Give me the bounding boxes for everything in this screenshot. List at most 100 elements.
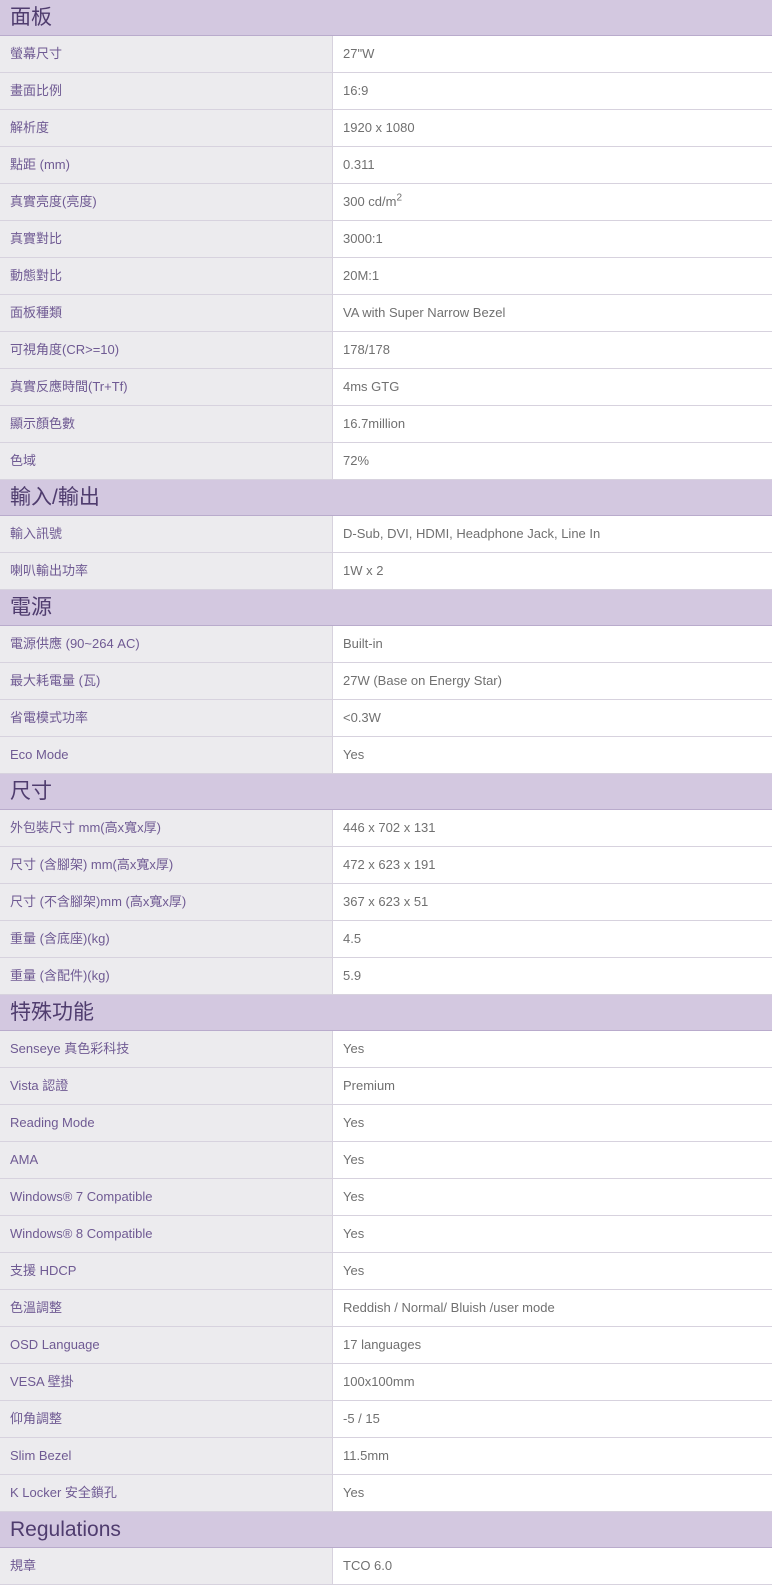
spec-value-text: Premium [343,1078,396,1093]
spec-value-text: 1W x 2 [343,563,384,578]
spec-label: 尺寸 (含腳架) mm(高x寬x厚) [0,847,333,883]
spec-label: Reading Mode [0,1105,333,1141]
spec-value-text: Yes [343,1189,365,1204]
spec-label: 畫面比例 [0,73,333,109]
spec-value-text: 1920 x 1080 [343,120,415,135]
spec-value-text: 27"W [343,46,375,61]
spec-value: <0.3W [333,700,772,736]
spec-value-superscript: 2 [396,192,403,204]
spec-value-text: Yes [343,1115,365,1130]
spec-row: 喇叭輸出功率 1W x 2 [0,553,772,590]
spec-label: 支援 HDCP [0,1253,333,1289]
spec-value-text: 72% [343,453,370,468]
spec-value-text: Yes [343,747,365,762]
spec-row: 動態對比 20M:1 [0,258,772,295]
spec-label: 重量 (含底座)(kg) [0,921,333,957]
spec-value: VA with Super Narrow Bezel [333,295,772,331]
spec-label: 真實對比 [0,221,333,257]
spec-value-text: 11.5mm [343,1448,389,1463]
section-header: 尺寸 [0,774,772,810]
section-header: 特殊功能 [0,995,772,1031]
spec-value: 1920 x 1080 [333,110,772,146]
spec-row: 最大耗電量 (瓦) 27W (Base on Energy Star) [0,663,772,700]
spec-row: 解析度 1920 x 1080 [0,110,772,147]
spec-label: 動態對比 [0,258,333,294]
spec-value: Yes [333,737,772,773]
spec-label: 色域 [0,443,333,479]
spec-value: -5 / 15 [333,1401,772,1437]
spec-label: Slim Bezel [0,1438,333,1474]
spec-label: AMA [0,1142,333,1178]
spec-row: 真實反應時間(Tr+Tf) 4ms GTG [0,369,772,406]
spec-value: 446 x 702 x 131 [333,810,772,846]
spec-row: Windows® 7 Compatible Yes [0,1179,772,1216]
spec-row: Vista 認證 Premium [0,1068,772,1105]
spec-row: 可視角度(CR>=10) 178/178 [0,332,772,369]
spec-value: Reddish / Normal/ Bluish /user mode [333,1290,772,1326]
spec-label: 解析度 [0,110,333,146]
spec-value: 472 x 623 x 191 [333,847,772,883]
spec-label: 規章 [0,1548,333,1584]
spec-label: OSD Language [0,1327,333,1363]
spec-label: 喇叭輸出功率 [0,553,333,589]
spec-value: Yes [333,1475,772,1511]
section-header: 面板 [0,0,772,36]
spec-value-text: 472 x 623 x 191 [343,857,436,872]
spec-label: 可視角度(CR>=10) [0,332,333,368]
spec-row: Senseye 真色彩科技 Yes [0,1031,772,1068]
spec-label: 尺寸 (不含腳架)mm (高x寬x厚) [0,884,333,920]
spec-value-text: -5 / 15 [343,1411,380,1426]
spec-value: 27"W [333,36,772,72]
spec-value-text: 0.311 [343,157,375,172]
spec-value-text: 3000:1 [343,231,383,246]
spec-label: 顯示顏色數 [0,406,333,442]
spec-value-text: Built-in [343,636,383,651]
spec-label: 輸入訊號 [0,516,333,552]
spec-label: 螢幕尺寸 [0,36,333,72]
spec-row: 色域 72% [0,443,772,480]
spec-label: 面板種類 [0,295,333,331]
spec-value-text: 178/178 [343,342,390,357]
spec-row: K Locker 安全鎖孔 Yes [0,1475,772,1512]
spec-value-text: 4ms GTG [343,379,400,394]
spec-label: Eco Mode [0,737,333,773]
spec-label: Windows® 7 Compatible [0,1179,333,1215]
section-header: 輸入/輸出 [0,480,772,516]
spec-label: 點距 (mm) [0,147,333,183]
spec-value: Yes [333,1216,772,1252]
spec-value: 0.311 [333,147,772,183]
spec-value: Built-in [333,626,772,662]
spec-row: OSD Language 17 languages [0,1327,772,1364]
spec-value: 178/178 [333,332,772,368]
spec-value-text: 16:9 [343,83,369,98]
spec-value: 100x100mm [333,1364,772,1400]
spec-value-text: 27W (Base on Energy Star) [343,673,502,688]
spec-value-text: <0.3W [343,710,381,725]
spec-value-text: 16.7million [343,416,406,431]
spec-value: Yes [333,1142,772,1178]
spec-row: 仰角調整 -5 / 15 [0,1401,772,1438]
spec-value: 1W x 2 [333,553,772,589]
spec-value-text: Yes [343,1041,365,1056]
spec-label: 省電模式功率 [0,700,333,736]
spec-value: Premium [333,1068,772,1104]
spec-value-text: Yes [343,1263,365,1278]
spec-value: 367 x 623 x 51 [333,884,772,920]
spec-table: 面板 螢幕尺寸 27"W 畫面比例 16:9 解析度 1920 x 1080 點距 (mm) 0… [0,0,772,1585]
spec-label: 仰角調整 [0,1401,333,1437]
spec-label: 真實亮度(亮度) [0,184,333,220]
spec-value: 16:9 [333,73,772,109]
spec-row: VESA 壁掛 100x100mm [0,1364,772,1401]
spec-row: 尺寸 (不含腳架)mm (高x寬x厚) 367 x 623 x 51 [0,884,772,921]
spec-row: 真實對比 3000:1 [0,221,772,258]
spec-value: 5.9 [333,958,772,994]
spec-value: TCO 6.0 [333,1548,772,1584]
spec-row: 面板種類 VA with Super Narrow Bezel [0,295,772,332]
spec-value: Yes [333,1179,772,1215]
spec-label: Vista 認證 [0,1068,333,1104]
spec-label: 電源供應 (90~264 AC) [0,626,333,662]
spec-label: VESA 壁掛 [0,1364,333,1400]
spec-value-text: 4.5 [343,931,362,946]
spec-value-text: Reddish / Normal/ Bluish /user mode [343,1300,555,1315]
spec-value: 17 languages [333,1327,772,1363]
